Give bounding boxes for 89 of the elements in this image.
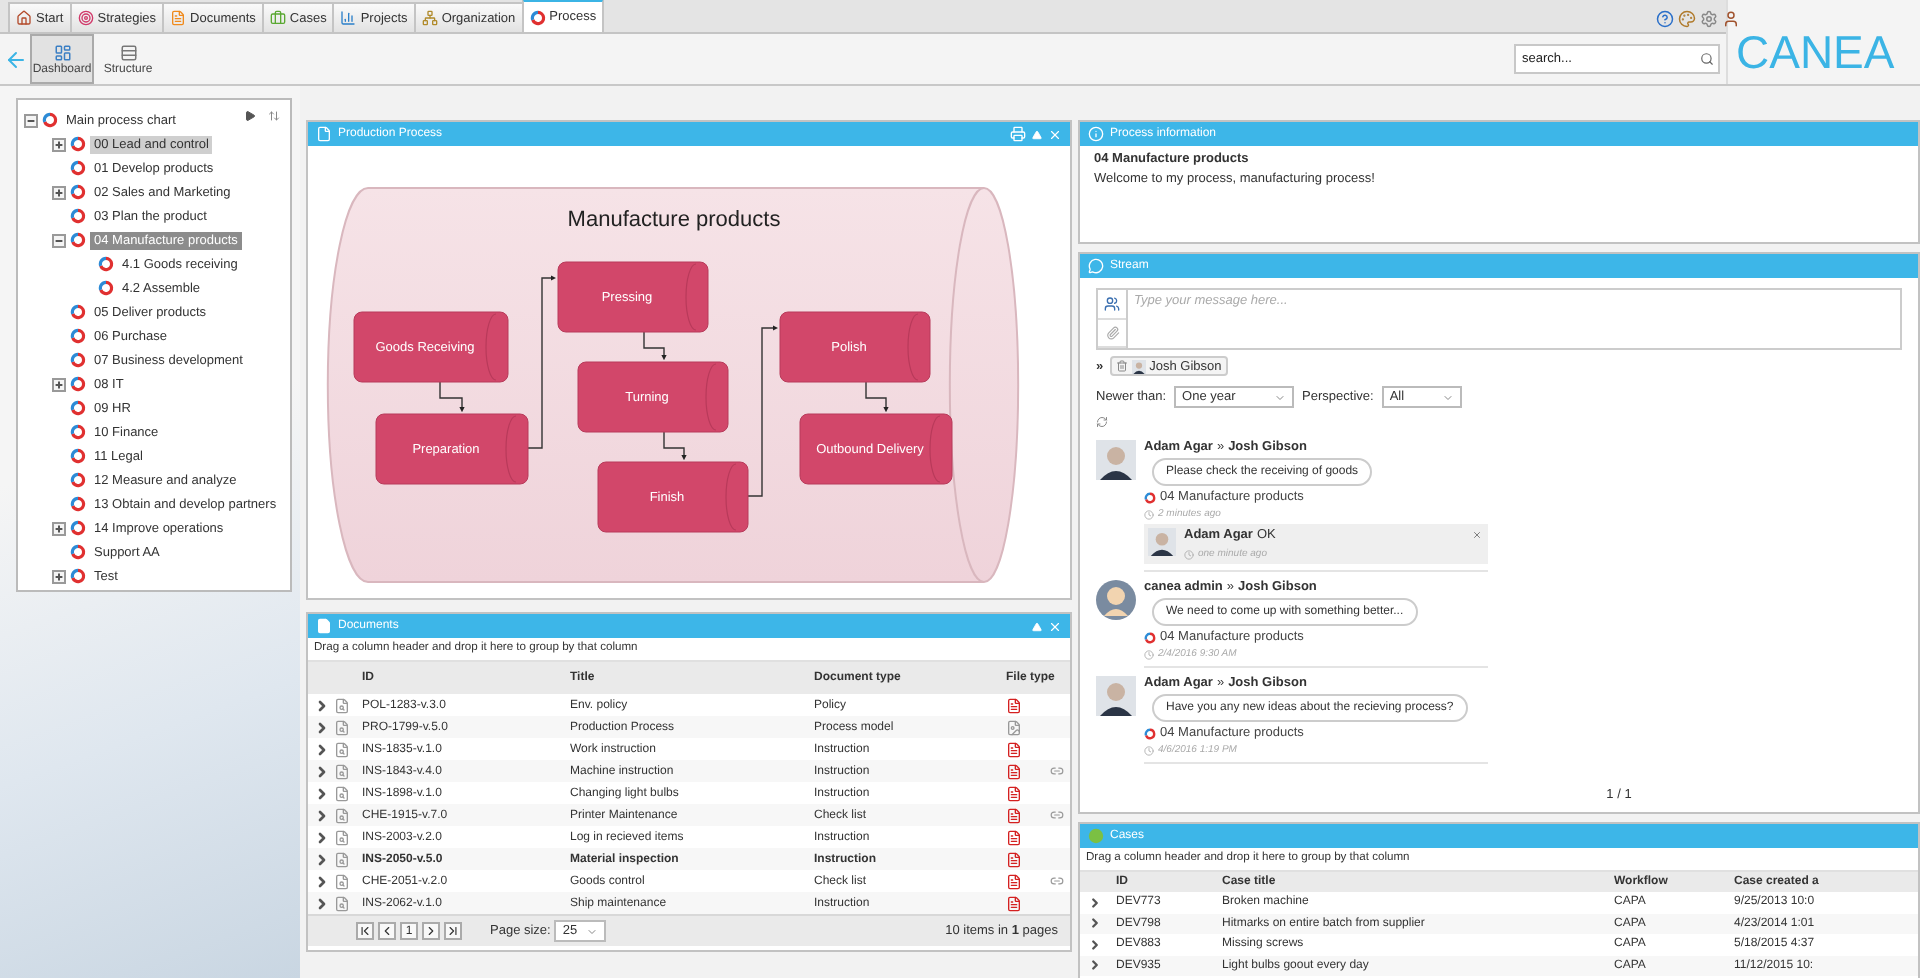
process-icon <box>70 136 86 152</box>
process-icon <box>70 448 86 464</box>
first-page-icon <box>358 924 372 938</box>
process-icon <box>529 9 546 25</box>
connector-arrow <box>439 381 465 413</box>
connector-arrow <box>643 331 667 361</box>
last-page-button[interactable] <box>444 922 462 940</box>
previous-icon <box>380 924 394 938</box>
pdf-icon[interactable] <box>1006 873 1022 889</box>
page-icon <box>316 126 332 142</box>
clock-icon <box>1184 549 1194 559</box>
process-icon <box>70 520 86 536</box>
user-icon[interactable] <box>1722 10 1740 28</box>
pdf-icon[interactable] <box>1006 741 1022 757</box>
process-icon <box>70 544 86 560</box>
expander-icon[interactable] <box>24 113 38 127</box>
link-icon[interactable] <box>1050 764 1064 778</box>
delete-icon[interactable] <box>1115 360 1128 372</box>
dashboard-icon <box>53 43 71 61</box>
next-page-button[interactable] <box>422 922 440 940</box>
link-icon[interactable] <box>1050 808 1064 822</box>
process-icon <box>1144 727 1156 739</box>
house-icon <box>16 10 32 26</box>
connector-arrow <box>663 431 687 461</box>
avatar <box>1096 580 1136 620</box>
last-page-icon <box>446 924 460 938</box>
process-icon <box>70 424 86 440</box>
avatar <box>1096 676 1136 716</box>
target-icon <box>77 10 94 26</box>
caret-icon <box>1441 391 1454 403</box>
process-icon <box>70 232 86 248</box>
process-icon <box>70 400 86 416</box>
list-icon <box>119 43 137 61</box>
process-icon <box>70 568 86 584</box>
help-icon[interactable] <box>1656 10 1674 28</box>
pdf-icon[interactable] <box>1006 697 1022 713</box>
link-icon[interactable] <box>1050 874 1064 888</box>
next-icon <box>424 924 438 938</box>
expander-icon[interactable] <box>52 569 66 583</box>
pdf-icon[interactable] <box>1006 807 1022 823</box>
process-icon <box>1144 491 1156 503</box>
briefcase-icon <box>269 10 286 26</box>
clock-icon <box>1144 509 1154 519</box>
document-icon <box>170 10 187 26</box>
avatar <box>1131 359 1146 373</box>
palette-icon[interactable] <box>1678 10 1696 28</box>
process-icon <box>1144 631 1156 643</box>
process-icon <box>70 328 86 344</box>
process-icon <box>70 472 86 488</box>
chat-icon <box>1088 258 1104 274</box>
process-icon <box>70 304 86 320</box>
diagram-title: Manufacture products <box>567 208 781 232</box>
process-icon <box>70 208 86 224</box>
process-icon <box>70 160 86 176</box>
process-icon <box>70 184 86 200</box>
page-icon <box>316 618 332 634</box>
caret-icon <box>586 925 599 937</box>
settings-icon[interactable] <box>1700 10 1718 28</box>
pdf-icon[interactable] <box>1006 785 1022 801</box>
process-icon <box>98 256 114 272</box>
process-icon <box>70 352 86 368</box>
search-icon[interactable] <box>1700 52 1714 66</box>
case-icon <box>1088 828 1104 844</box>
first-page-button[interactable] <box>356 922 374 940</box>
process-icon <box>42 112 58 128</box>
avatar <box>1096 440 1136 480</box>
expander-icon[interactable] <box>52 521 66 535</box>
expander-icon[interactable] <box>52 377 66 391</box>
pdf-icon[interactable] <box>1006 895 1022 911</box>
clock-icon <box>1144 649 1154 659</box>
process-icon <box>70 376 86 392</box>
pdf-icon[interactable] <box>1006 763 1022 779</box>
previous-page-button[interactable] <box>378 922 396 940</box>
process-icon <box>70 496 86 512</box>
chart-icon <box>340 10 357 26</box>
play-icon[interactable] <box>244 110 256 122</box>
expander-icon[interactable] <box>52 137 66 151</box>
caret-icon <box>1274 391 1287 403</box>
connector-arrow <box>865 381 889 413</box>
clock-icon <box>1144 745 1154 755</box>
pdf-icon[interactable] <box>1006 851 1022 867</box>
process-icon <box>98 280 114 296</box>
logo: CANEA <box>1734 28 1897 76</box>
expander-icon[interactable] <box>52 185 66 199</box>
avatar <box>1148 528 1176 556</box>
model-file-icon[interactable] <box>1006 719 1022 735</box>
info-icon <box>1088 126 1104 142</box>
pdf-icon[interactable] <box>1006 829 1022 845</box>
expander-icon[interactable] <box>52 233 66 247</box>
